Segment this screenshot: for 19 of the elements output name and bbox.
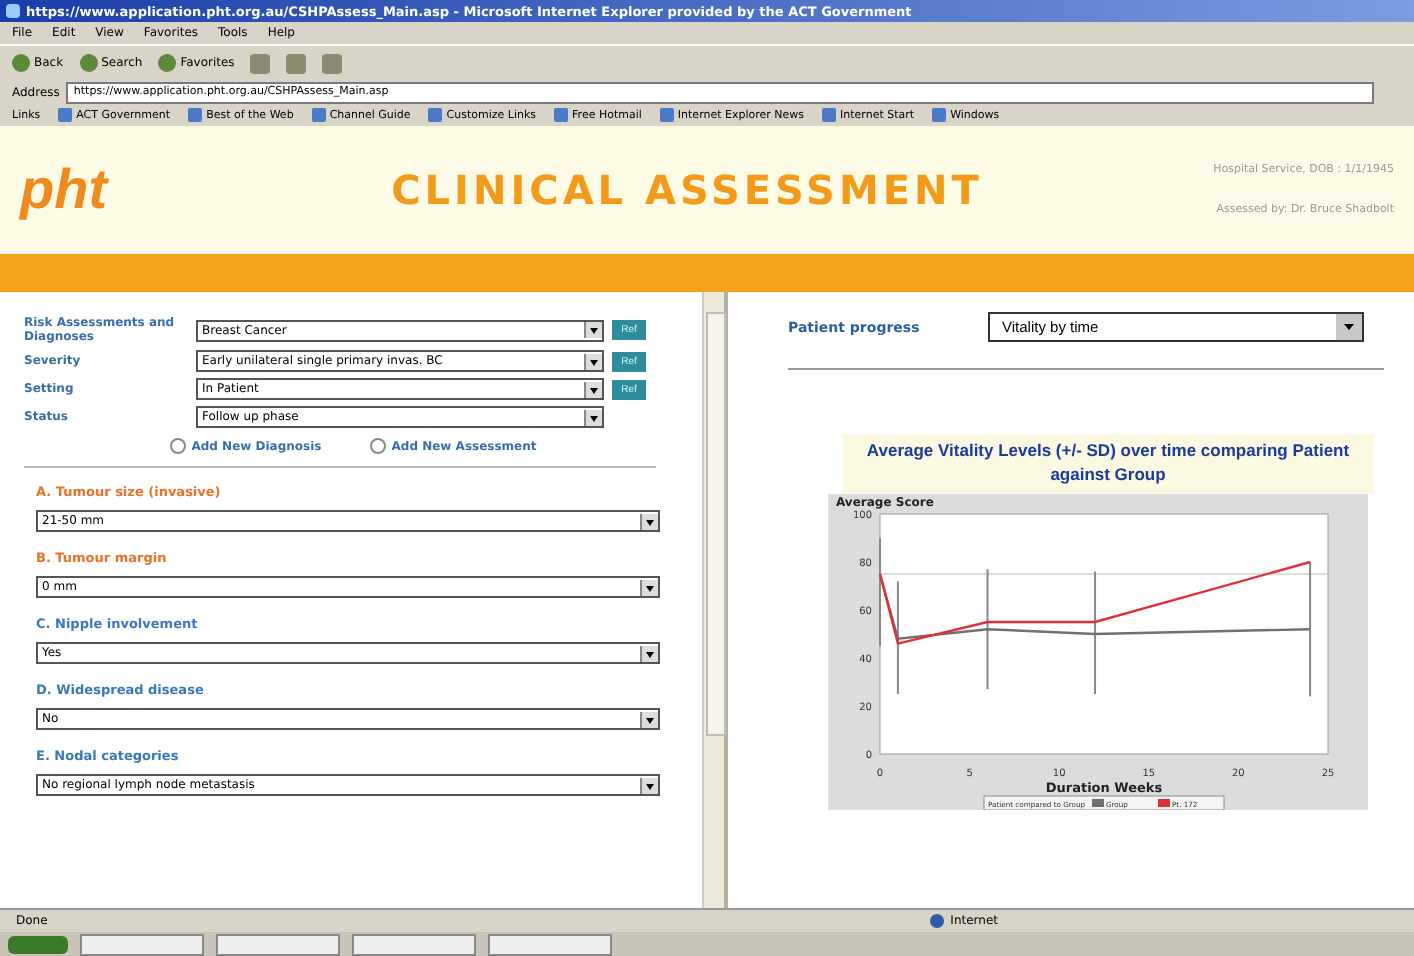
taskbar-button[interactable] xyxy=(216,933,340,955)
taskbar-button[interactable] xyxy=(80,933,204,955)
dropdown-arrow-icon[interactable] xyxy=(584,381,602,397)
dropdown-arrow-icon[interactable] xyxy=(640,513,658,529)
logo: pht xyxy=(20,158,111,222)
browser-icon xyxy=(6,4,20,18)
chart-title: Average Vitality Levels (+/- SD) over time comparing Patient against Group xyxy=(842,434,1374,494)
taskbar-button[interactable] xyxy=(352,933,476,955)
dropdown-arrow-icon[interactable] xyxy=(640,645,658,661)
start-button[interactable] xyxy=(8,935,68,953)
dropdown-arrow-icon[interactable] xyxy=(584,353,602,369)
page-title: CLINICAL ASSESSMENT xyxy=(389,166,985,214)
dropdown-arrow-icon[interactable] xyxy=(640,777,658,793)
dropdown-arrow-icon[interactable] xyxy=(640,579,658,595)
dropdown-arrow-icon[interactable] xyxy=(640,711,658,727)
dropdown-arrow-icon[interactable] xyxy=(584,322,602,338)
taskbar-button[interactable] xyxy=(488,933,612,955)
scrollbar[interactable] xyxy=(702,292,724,908)
dropdown-arrow-icon[interactable] xyxy=(584,409,602,425)
